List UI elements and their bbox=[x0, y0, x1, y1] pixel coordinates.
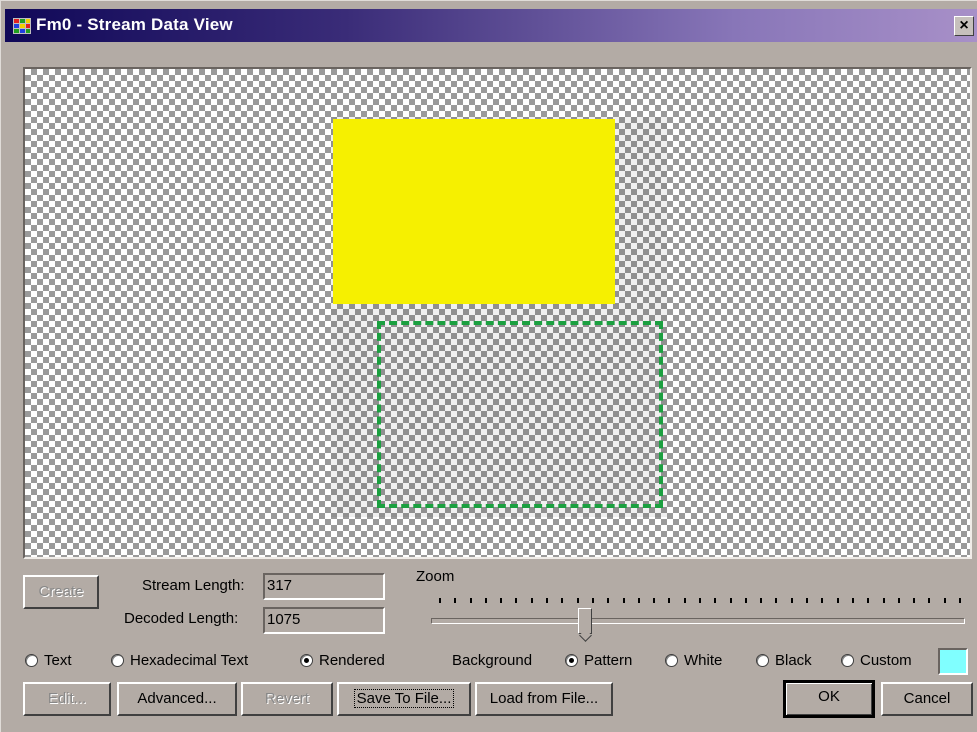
radio-hexadecimal-text[interactable] bbox=[111, 654, 124, 667]
view-mode-text-option[interactable]: Text bbox=[25, 652, 72, 669]
zoom-tick bbox=[959, 598, 961, 603]
edit-button[interactable]: Edit... bbox=[23, 682, 111, 716]
close-button[interactable]: × bbox=[954, 16, 974, 36]
zoom-tick bbox=[561, 598, 563, 603]
decoded-length-label: Decoded Length: bbox=[124, 610, 239, 627]
cancel-button[interactable]: Cancel bbox=[881, 682, 973, 716]
zoom-tick bbox=[454, 598, 456, 603]
zoom-tick bbox=[806, 598, 808, 603]
zoom-tick bbox=[668, 598, 670, 603]
zoom-tick bbox=[852, 598, 854, 603]
view-mode-hex-option[interactable]: Hexadecimal Text bbox=[111, 652, 248, 669]
zoom-tick bbox=[577, 598, 579, 603]
close-icon: × bbox=[959, 17, 969, 34]
radio-custom[interactable] bbox=[841, 654, 854, 667]
advanced-button[interactable]: Advanced... bbox=[117, 682, 237, 716]
background-custom-option[interactable]: Custom bbox=[841, 652, 912, 669]
ok-button[interactable]: OK bbox=[783, 680, 875, 718]
radio-rendered[interactable] bbox=[300, 654, 313, 667]
zoom-tick bbox=[470, 598, 472, 603]
custom-color-swatch[interactable] bbox=[938, 648, 968, 675]
revert-button[interactable]: Revert bbox=[241, 682, 333, 716]
background-pattern-option[interactable]: Pattern bbox=[565, 652, 632, 669]
background-white-option[interactable]: White bbox=[665, 652, 722, 669]
zoom-ticks bbox=[439, 598, 961, 606]
yellow-rectangle bbox=[333, 119, 615, 304]
zoom-tick bbox=[699, 598, 701, 603]
zoom-tick bbox=[944, 598, 946, 603]
background-label: Background bbox=[452, 652, 533, 669]
zoom-tick bbox=[485, 598, 487, 603]
zoom-tick bbox=[730, 598, 732, 603]
zoom-tick bbox=[500, 598, 502, 603]
zoom-tick bbox=[684, 598, 686, 603]
zoom-tick bbox=[531, 598, 533, 603]
zoom-tick bbox=[791, 598, 793, 603]
stream-length-field: 317 bbox=[263, 573, 385, 600]
radio-text[interactable] bbox=[25, 654, 38, 667]
app-icon bbox=[13, 18, 31, 34]
load-from-file-button[interactable]: Load from File... bbox=[475, 682, 613, 716]
zoom-tick bbox=[745, 598, 747, 603]
zoom-tick bbox=[913, 598, 915, 603]
radio-pattern[interactable] bbox=[565, 654, 578, 667]
zoom-tick bbox=[867, 598, 869, 603]
zoom-tick bbox=[883, 598, 885, 603]
green-dashed-rectangle bbox=[377, 321, 663, 508]
zoom-tick bbox=[607, 598, 609, 603]
zoom-tick bbox=[623, 598, 625, 603]
zoom-slider-thumb[interactable] bbox=[578, 608, 592, 634]
zoom-tick bbox=[653, 598, 655, 603]
zoom-tick bbox=[546, 598, 548, 603]
view-mode-rendered-option[interactable]: Rendered bbox=[300, 652, 385, 669]
zoom-tick bbox=[714, 598, 716, 603]
zoom-tick bbox=[837, 598, 839, 603]
zoom-tick bbox=[928, 598, 930, 603]
zoom-tick bbox=[775, 598, 777, 603]
zoom-tick bbox=[898, 598, 900, 603]
rendered-preview-canvas[interactable] bbox=[23, 67, 972, 559]
zoom-label: Zoom bbox=[416, 568, 455, 585]
window-title: Fm0 - Stream Data View bbox=[36, 15, 233, 34]
background-black-option[interactable]: Black bbox=[756, 652, 812, 669]
zoom-tick bbox=[760, 598, 762, 603]
zoom-tick bbox=[439, 598, 441, 603]
title-bar[interactable]: Fm0 - Stream Data View × bbox=[5, 9, 977, 42]
stream-length-label: Stream Length: bbox=[142, 577, 245, 594]
radio-black[interactable] bbox=[756, 654, 769, 667]
zoom-slider-track[interactable] bbox=[431, 618, 965, 624]
zoom-tick bbox=[515, 598, 517, 603]
zoom-tick bbox=[821, 598, 823, 603]
decoded-length-field: 1075 bbox=[263, 607, 385, 634]
stream-data-view-window: Fm0 - Stream Data View × Create Stream L… bbox=[0, 0, 977, 732]
radio-white[interactable] bbox=[665, 654, 678, 667]
zoom-tick bbox=[638, 598, 640, 603]
zoom-tick bbox=[592, 598, 594, 603]
save-to-file-button[interactable]: Save To File... bbox=[337, 682, 471, 716]
create-button[interactable]: Create bbox=[23, 575, 99, 609]
